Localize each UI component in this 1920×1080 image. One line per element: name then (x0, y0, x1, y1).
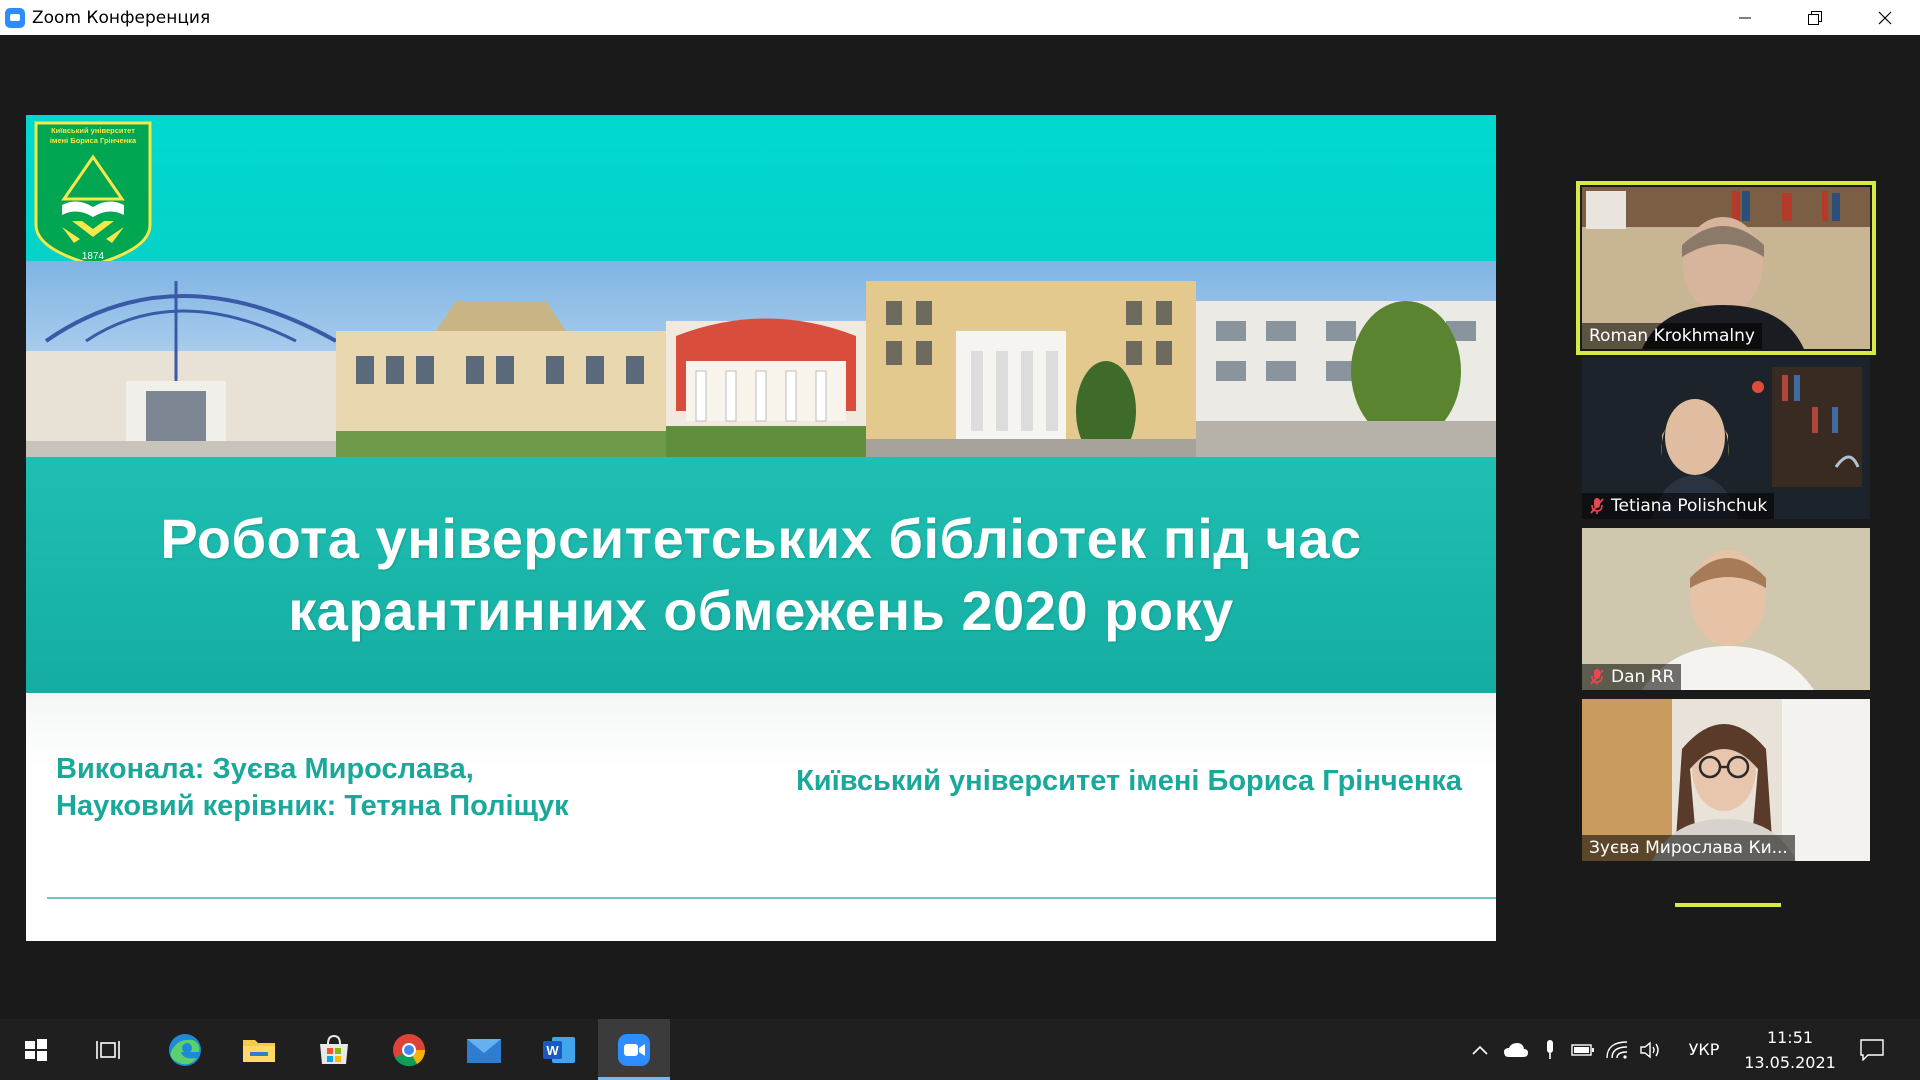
slide-title-line-1: Робота університетських бібліотек під ча… (160, 507, 1362, 570)
mail-icon (467, 1038, 501, 1063)
svg-text:імені Бориса Грінченка: імені Бориса Грінченка (50, 136, 137, 145)
minimize-button[interactable] (1710, 0, 1780, 35)
word-app-button[interactable]: W (523, 1019, 595, 1080)
input-language-label: УКР (1688, 1040, 1720, 1059)
participant-name-label: Зуєва Мирослава Ки... (1582, 835, 1795, 861)
file-explorer-button[interactable] (223, 1019, 295, 1080)
university-logo: Київський університет імені Бориса Грінч… (34, 121, 152, 267)
close-icon (1878, 11, 1892, 24)
window-controls (1710, 0, 1920, 35)
clock-date: 13.05.2021 (1744, 1053, 1836, 1072)
speaking-indicator (1675, 903, 1781, 907)
participant-name-label: Dan RR (1582, 664, 1682, 690)
microphone-tray-button[interactable] (1538, 1019, 1562, 1080)
wifi-tray-button[interactable] (1602, 1019, 1632, 1080)
restore-icon (1808, 10, 1822, 25)
clock-time: 11:51 (1766, 1028, 1814, 1047)
speaker-icon (1640, 1041, 1659, 1058)
participant-tile[interactable]: Зуєва Мирослава Ки... (1582, 699, 1870, 861)
notification-icon (1860, 1038, 1884, 1061)
svg-text:W: W (546, 1043, 559, 1058)
muted-microphone-icon (1590, 669, 1604, 685)
volume-tray-button[interactable] (1636, 1019, 1666, 1080)
file-explorer-icon (243, 1039, 275, 1062)
show-hidden-icons-button[interactable] (1468, 1019, 1492, 1080)
participant-tile[interactable]: Roman Krokhmalny (1576, 181, 1876, 355)
shared-screen-slide[interactable]: Київський університет імені Бориса Грінч… (26, 115, 1496, 941)
campus-photo-strip (26, 261, 1496, 457)
slide-author-block: Виконала: Зуєва Мирослава, Науковий кері… (56, 751, 569, 825)
action-center-button[interactable] (1850, 1019, 1894, 1080)
battery-tray-button[interactable] (1568, 1019, 1598, 1080)
start-button[interactable] (0, 1019, 72, 1080)
microphone-icon (1547, 1039, 1553, 1059)
muted-microphone-icon (1590, 498, 1604, 514)
zoom-icon (618, 1033, 650, 1066)
participant-name-label: Roman Krokhmalny (1582, 323, 1762, 349)
zoom-app-button[interactable] (598, 1019, 670, 1080)
title-bar: Zoom Конференция (0, 0, 1920, 35)
cloud-icon (1504, 1042, 1528, 1057)
store-app-button[interactable] (298, 1019, 370, 1080)
task-view-icon (96, 1040, 120, 1059)
battery-icon (1571, 1043, 1594, 1056)
slide-author-line-2: Науковий керівник: Тетяна Поліщук (56, 790, 569, 822)
onedrive-tray-button[interactable] (1500, 1019, 1532, 1080)
restore-button[interactable] (1780, 0, 1850, 35)
slide-top-band (26, 115, 1496, 261)
input-language-button[interactable]: УКР (1676, 1019, 1732, 1080)
participant-tile[interactable]: Dan RR (1582, 528, 1870, 690)
slide-title-line-2: карантинних обмежень 2020 року (288, 579, 1234, 642)
close-button[interactable] (1850, 0, 1920, 35)
slide-author-line-1: Виконала: Зуєва Мирослава, (56, 753, 474, 785)
slide-university-name: Київський університет імені Бориса Грінч… (796, 765, 1462, 797)
svg-text:Київський університет: Київський університет (51, 126, 135, 135)
word-icon: W (543, 1036, 575, 1063)
slide-divider (47, 897, 1496, 899)
participant-name-label: Tetiana Polishchuk (1582, 493, 1775, 519)
edge-icon (169, 1033, 201, 1066)
wifi-icon (1606, 1040, 1628, 1059)
start-icon (25, 1038, 47, 1061)
chrome-app-button[interactable] (373, 1019, 445, 1080)
slide-title-band: Робота університетських бібліотек під ча… (26, 457, 1496, 693)
chrome-icon (393, 1033, 426, 1066)
participant-tile[interactable]: Tetiana Polishchuk (1582, 357, 1870, 519)
store-icon (320, 1034, 348, 1064)
zoom-app-icon (5, 7, 25, 28)
mail-app-button[interactable] (448, 1019, 520, 1080)
edge-app-button[interactable] (149, 1019, 221, 1080)
meeting-area: Київський університет імені Бориса Грінч… (0, 35, 1920, 1019)
minimize-icon (1739, 17, 1751, 18)
chevron-up-icon (1472, 1045, 1488, 1055)
taskbar-clock[interactable]: 11:51 13.05.2021 (1740, 1025, 1840, 1075)
taskbar: W УКР 11:51 13.05.2021 (0, 1019, 1920, 1080)
window-title: Zoom Конференция (32, 7, 211, 28)
task-view-button[interactable] (72, 1019, 144, 1080)
